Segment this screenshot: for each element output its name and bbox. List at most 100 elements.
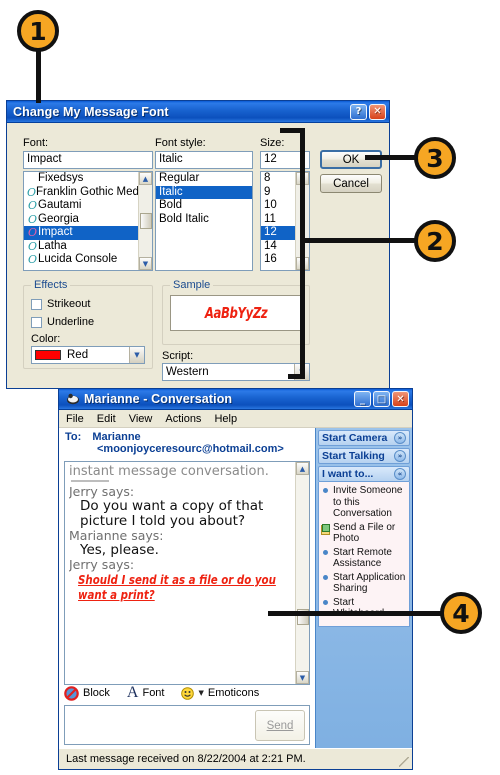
font-dialog-titlebar[interactable]: Change My Message Font ? ✕ <box>7 101 389 123</box>
conversation-main: To: Marianne <moonjoyceresourc@hotmail.c… <box>59 428 412 748</box>
list-item[interactable]: Send a File or Photo <box>321 522 407 545</box>
list-item[interactable]: Fixedsys <box>24 172 152 186</box>
chevron-down-icon[interactable]: » <box>394 432 406 444</box>
callout-2-bracket-bottom-arm <box>288 374 305 379</box>
checkbox-box <box>31 316 42 328</box>
font-list-label: Fixedsys <box>38 172 84 184</box>
panel-title: I want to... <box>322 468 374 480</box>
underline-checkbox[interactable]: Underline <box>31 316 94 328</box>
list-item[interactable]: Invite Someone to this Conversation <box>321 485 407 520</box>
panel-i-want-to[interactable]: I want to... « <box>318 466 410 482</box>
bullet-icon <box>321 597 330 605</box>
font-list-items: Fixedsys O Franklin Gothic Medium O Gautam… <box>24 172 152 267</box>
list-item[interactable]: O Lucida Console <box>24 253 152 267</box>
sample-preview: AaBbYyZz <box>170 295 302 331</box>
font-style-list-items: Regular Italic Bold Bold Italic <box>156 172 252 226</box>
panel-start-talking[interactable]: Start Talking » <box>318 448 410 464</box>
font-icon: A <box>126 684 139 701</box>
sample-label: Sample <box>170 279 214 291</box>
menu-item-actions[interactable]: Actions <box>165 413 201 425</box>
scrollbar-thumb[interactable] <box>139 213 152 229</box>
help-icon[interactable]: ? <box>350 103 367 120</box>
emoticons-label: Emoticons <box>207 687 260 699</box>
message-text-styled: Should I send it as a file or do you <box>78 572 276 587</box>
menu-item-file[interactable]: File <box>66 413 84 425</box>
message-text: picture I told you about? <box>80 513 246 529</box>
font-list-scrollbar[interactable]: ▲ ▼ <box>138 172 152 270</box>
font-list-label: Lucida Console <box>38 253 118 265</box>
transcript-scrollbar[interactable]: ▲ ▼ <box>295 462 309 684</box>
chevron-up-icon[interactable]: « <box>394 468 406 480</box>
font-button[interactable]: A Font <box>126 684 165 701</box>
font-style-input[interactable]: Italic <box>155 151 253 169</box>
menu-item-edit[interactable]: Edit <box>97 413 116 425</box>
font-style-list[interactable]: Regular Italic Bold Bold Italic <box>155 171 253 271</box>
message-text-styled: want a print? <box>78 587 155 602</box>
list-item[interactable]: O Gautami <box>24 199 152 213</box>
conversation-titlebar[interactable]: Marianne - Conversation _ □ ✕ <box>59 389 412 410</box>
menu-item-help[interactable]: Help <box>214 413 237 425</box>
list-item-selected[interactable]: O Impact <box>24 226 152 240</box>
style-label: Regular <box>159 172 200 184</box>
scroll-up-icon[interactable]: ▲ <box>139 172 152 185</box>
panel-item-label: Send a File or Photo <box>333 521 396 545</box>
strikeout-checkbox[interactable]: Strikeout <box>31 298 90 310</box>
bullet-icon <box>321 485 330 493</box>
recipient-email: <moonjoyceresourc@hotmail.com> <box>97 443 284 455</box>
chevron-down-icon[interactable]: ▼ <box>198 689 203 697</box>
chevron-down-icon[interactable]: ▼ <box>129 347 144 363</box>
panel-i-want-to-body: Invite Someone to this Conversation Send… <box>318 482 410 627</box>
panel-start-camera[interactable]: Start Camera » <box>318 430 410 446</box>
menu-item-view[interactable]: View <box>129 413 153 425</box>
message-text: Do you want a copy of that <box>80 498 264 514</box>
block-button[interactable]: Block <box>64 685 110 701</box>
color-select[interactable]: Red ▼ <box>31 346 145 364</box>
scroll-up-icon[interactable]: ▲ <box>296 462 309 475</box>
list-item-selected[interactable]: Italic <box>156 185 252 199</box>
message-input[interactable]: Send <box>64 705 310 745</box>
list-item[interactable]: Bold <box>156 199 252 213</box>
message-entry: Marianne says: Yes, please. <box>69 529 293 558</box>
list-item[interactable]: O Latha <box>24 240 152 254</box>
file-photo-icon <box>321 522 330 535</box>
message-text: Yes, please. <box>80 542 159 558</box>
to-label: To: <box>65 431 82 443</box>
conversation-left-pane: To: Marianne <moonjoyceresourc@hotmail.c… <box>59 428 315 748</box>
list-item[interactable]: O Franklin Gothic Medium <box>24 186 152 200</box>
send-button[interactable]: Send <box>255 710 305 741</box>
minimize-icon[interactable]: _ <box>354 391 371 407</box>
font-name-input[interactable]: Impact <box>23 151 153 169</box>
list-item[interactable]: Start Application Sharing <box>321 572 407 595</box>
close-icon[interactable]: ✕ <box>369 103 386 120</box>
script-label: Script: <box>162 350 194 362</box>
messenger-icon <box>65 392 80 406</box>
emoticons-button[interactable]: ▼ Emoticons <box>181 686 260 700</box>
status-bar: Last message received on 8/22/2004 at 2:… <box>59 748 412 769</box>
list-item[interactable]: Bold Italic <box>156 213 252 227</box>
effects-label: Effects <box>31 279 71 291</box>
resize-grip[interactable] <box>399 757 409 767</box>
cancel-button[interactable]: Cancel <box>320 174 382 193</box>
size-item-label: 10 <box>264 199 277 211</box>
callout-4: 4 <box>440 592 482 634</box>
close-icon[interactable]: ✕ <box>392 391 409 407</box>
callout-3: 3 <box>414 137 456 179</box>
maximize-icon[interactable]: □ <box>373 391 390 407</box>
style-label: Bold Italic <box>159 212 209 225</box>
font-list-label: Gautami <box>38 199 82 211</box>
opentype-icon: O <box>27 239 38 253</box>
underline-label: Underline <box>47 316 95 328</box>
conversation-title: Marianne - Conversation <box>84 392 233 406</box>
message-sender: Jerry says: <box>69 557 135 572</box>
list-item[interactable]: Regular <box>156 172 252 186</box>
list-item[interactable]: O Georgia <box>24 213 152 227</box>
scroll-down-icon[interactable]: ▼ <box>139 257 152 270</box>
chevron-down-icon[interactable]: » <box>394 450 406 462</box>
font-style-label: Font style: <box>155 137 206 149</box>
list-item[interactable]: Start Remote Assistance <box>321 547 407 570</box>
list-item[interactable]: Start Whiteboard <box>321 597 407 620</box>
status-text: Last message received on 8/22/2004 at 2:… <box>66 753 306 765</box>
opentype-icon: O <box>27 199 38 212</box>
font-list[interactable]: Fixedsys O Franklin Gothic Medium O Gautam… <box>23 171 153 271</box>
message-transcript[interactable]: instant message conversation. Jerry says… <box>64 461 310 685</box>
